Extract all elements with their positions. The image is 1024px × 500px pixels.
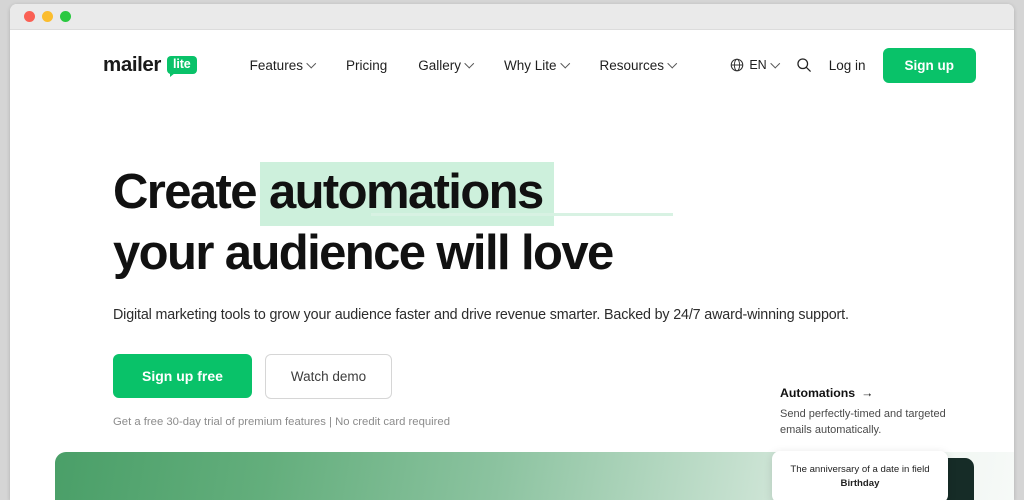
browser-titlebar	[10, 4, 1014, 30]
site-header: mailer lite Features Pricing Gallery Why…	[10, 30, 1014, 100]
nav-item-gallery[interactable]: Gallery	[418, 58, 473, 73]
nav-item-pricing[interactable]: Pricing	[346, 58, 387, 73]
chevron-down-icon	[466, 60, 473, 67]
chevron-down-icon	[669, 60, 676, 67]
tooltip-card-text: The anniversary of a date in field Birth…	[786, 463, 934, 491]
nav-item-resources[interactable]: Resources	[600, 58, 677, 73]
watch-demo-button[interactable]: Watch demo	[265, 354, 392, 399]
header-actions: EN Log in Sign up	[730, 48, 976, 83]
automations-callout-label: Automations	[780, 386, 855, 400]
automations-callout-title: Automations →	[780, 386, 960, 400]
chevron-down-icon	[308, 60, 315, 67]
headline-line-2: your audience will love	[113, 226, 1014, 282]
signup-button[interactable]: Sign up	[883, 48, 977, 83]
nav-item-label: Gallery	[418, 58, 461, 73]
headline-prefix: Create	[113, 165, 256, 219]
window-close-button[interactable]	[24, 11, 35, 22]
search-icon[interactable]	[796, 57, 812, 73]
page-title: Createautomations your audience will lov…	[113, 162, 1014, 282]
hero-subheadline: Digital marketing tools to grow your aud…	[113, 307, 1014, 323]
page-viewport: mailer lite Features Pricing Gallery Why…	[10, 30, 1014, 500]
language-code: EN	[749, 58, 766, 72]
nav-item-features[interactable]: Features	[250, 58, 315, 73]
nav-item-label: Resources	[600, 58, 665, 73]
signup-free-button[interactable]: Sign up free	[113, 354, 252, 398]
tooltip-card-text-lead: The anniversary of a date in field	[790, 464, 929, 475]
logo-badge: lite	[167, 56, 197, 74]
globe-icon	[730, 58, 744, 72]
logo[interactable]: mailer lite	[103, 53, 197, 77]
window-minimize-button[interactable]	[42, 11, 53, 22]
headline-highlight: automations	[260, 162, 554, 226]
window-maximize-button[interactable]	[60, 11, 71, 22]
main-nav: Features Pricing Gallery Why Lite Resour…	[250, 58, 676, 73]
chevron-down-icon	[562, 60, 569, 67]
arrow-right-icon: →	[861, 386, 873, 400]
tooltip-card: The anniversary of a date in field Birth…	[772, 451, 948, 500]
language-selector[interactable]: EN	[730, 58, 778, 72]
browser-window: mailer lite Features Pricing Gallery Why…	[10, 4, 1014, 500]
chevron-down-icon	[772, 60, 779, 67]
nav-item-why-lite[interactable]: Why Lite	[504, 58, 569, 73]
logo-wordmark: mailer	[103, 53, 161, 77]
hero-section: Createautomations your audience will lov…	[10, 100, 1014, 428]
login-link[interactable]: Log in	[829, 58, 866, 73]
nav-item-label: Why Lite	[504, 58, 557, 73]
automations-callout-description: Send perfectly-timed and targeted emails…	[780, 407, 960, 438]
nav-item-label: Features	[250, 58, 303, 73]
automations-callout[interactable]: Automations → Send perfectly-timed and t…	[780, 386, 960, 438]
nav-item-label: Pricing	[346, 58, 387, 73]
tooltip-card-field-name: Birthday	[841, 478, 880, 489]
headline-underline-accent	[371, 213, 673, 216]
headline-line-1: Createautomations	[113, 162, 1014, 226]
